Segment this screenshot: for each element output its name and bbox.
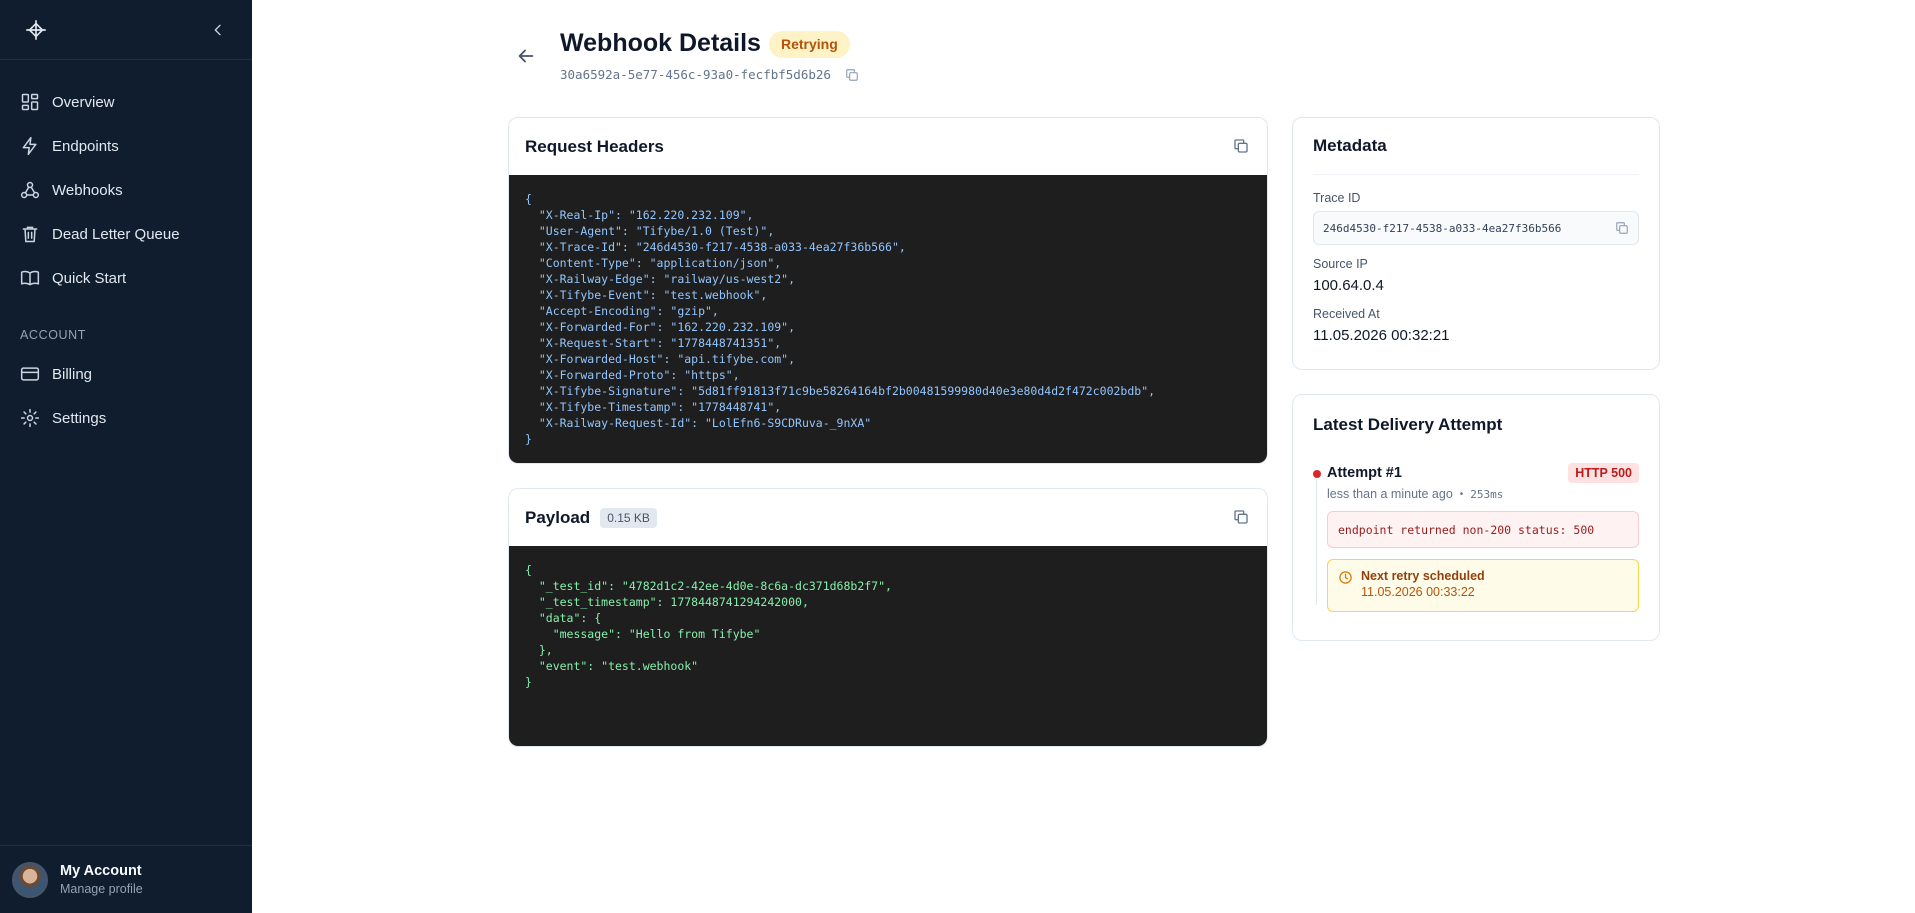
account-subtitle: Manage profile bbox=[60, 882, 143, 896]
request-headers-title: Request Headers bbox=[525, 136, 664, 156]
sidebar: Overview Endpoints Webhooks Dead Letter … bbox=[0, 0, 252, 913]
copy-icon bbox=[1234, 510, 1248, 524]
metadata-card: Metadata Trace ID 246d4530-f217-4538-a03… bbox=[1292, 117, 1660, 370]
payload-header: Payload 0.15 KB bbox=[509, 489, 1267, 546]
trace-id-value: 246d4530-f217-4538-a033-4ea27f36b566 bbox=[1323, 221, 1562, 235]
copy-icon bbox=[1234, 139, 1248, 153]
credit-card-icon bbox=[20, 367, 40, 381]
sidebar-item-label: Webhooks bbox=[52, 181, 123, 199]
copy-payload-button[interactable] bbox=[1233, 509, 1251, 527]
sidebar-item-label: Dead Letter Queue bbox=[52, 225, 180, 243]
sidebar-header bbox=[0, 0, 252, 60]
request-headers-code: { "X-Real-Ip": "162.220.232.109", "User-… bbox=[509, 175, 1267, 463]
payload-card: Payload 0.15 KB { "_test_id": "4782d1c2-… bbox=[508, 488, 1268, 747]
received-at-value: 11.05.2026 00:32:21 bbox=[1313, 327, 1450, 344]
sidebar-item-quick-start[interactable]: Quick Start bbox=[0, 256, 252, 300]
account-name: My Account bbox=[60, 863, 142, 879]
next-retry-box: Next retry scheduled 11.05.2026 00:33:22 bbox=[1327, 559, 1639, 612]
error-message-box: endpoint returned non-200 status: 500 bbox=[1327, 511, 1639, 548]
attempt-duration: 253ms bbox=[1470, 487, 1504, 501]
http-status-badge: HTTP 500 bbox=[1568, 463, 1639, 483]
sidebar-item-overview[interactable]: Overview bbox=[0, 80, 252, 124]
payload-size-badge: 0.15 KB bbox=[600, 507, 657, 528]
sidebar-nav: Overview Endpoints Webhooks Dead Letter … bbox=[0, 60, 252, 440]
gear-icon bbox=[20, 408, 40, 428]
attempt-label: Attempt #1 bbox=[1327, 465, 1402, 481]
trace-id-box: 246d4530-f217-4538-a033-4ea27f36b566 bbox=[1313, 211, 1639, 245]
status-badge: Retrying bbox=[769, 31, 850, 58]
sidebar-item-dead-letter-queue[interactable]: Dead Letter Queue bbox=[0, 212, 252, 256]
copy-webhook-id-button[interactable] bbox=[845, 68, 861, 84]
back-button[interactable] bbox=[515, 45, 537, 67]
copy-trace-id-button[interactable] bbox=[1615, 221, 1630, 236]
arrow-left-icon bbox=[518, 49, 534, 63]
copy-icon bbox=[846, 69, 858, 81]
sidebar-item-label: Overview bbox=[52, 93, 115, 111]
sidebar-item-label: Settings bbox=[52, 409, 107, 427]
timeline-line bbox=[1316, 480, 1317, 605]
copy-headers-button[interactable] bbox=[1233, 138, 1251, 156]
error-status-dot bbox=[1313, 470, 1321, 478]
avatar bbox=[12, 861, 48, 898]
section-label-account: ACCOUNT bbox=[20, 328, 87, 342]
source-ip-label: Source IP bbox=[1313, 257, 1368, 271]
payload-title: Payload bbox=[525, 507, 591, 527]
copy-icon bbox=[1616, 222, 1628, 234]
delivery-card: Latest Delivery Attempt Attempt #1 HTTP … bbox=[1292, 394, 1660, 641]
sidebar-item-label: Endpoints bbox=[52, 137, 119, 155]
received-at-label: Received At bbox=[1313, 307, 1380, 321]
logo-icon[interactable] bbox=[24, 18, 48, 42]
sidebar-item-webhooks[interactable]: Webhooks bbox=[0, 168, 252, 212]
sidebar-item-label: Quick Start bbox=[52, 269, 127, 287]
overview-icon bbox=[21, 93, 39, 111]
attempt-time-ago: less than a minute ago bbox=[1327, 487, 1453, 501]
separator-dot: • bbox=[1459, 488, 1464, 500]
attempt-item: Attempt #1 HTTP 500 less than a minute a… bbox=[1313, 463, 1639, 612]
sidebar-item-settings[interactable]: Settings bbox=[0, 396, 252, 440]
webhooks-icon bbox=[20, 181, 40, 199]
sidebar-item-endpoints[interactable]: Endpoints bbox=[0, 124, 252, 168]
sidebar-item-label: Billing bbox=[52, 365, 93, 383]
book-icon bbox=[20, 270, 40, 286]
page-title: Webhook Details bbox=[560, 29, 761, 57]
source-ip-value: 100.64.0.4 bbox=[1313, 277, 1384, 294]
trash-icon bbox=[22, 226, 38, 243]
request-headers-card: Request Headers { "X-Real-Ip": "162.220.… bbox=[508, 117, 1268, 464]
sidebar-item-billing[interactable]: Billing bbox=[0, 352, 252, 396]
request-headers-header: Request Headers bbox=[509, 118, 1267, 175]
clock-icon bbox=[1339, 571, 1352, 584]
payload-code: { "_test_id": "4782d1c2-42ee-4d0e-8c6a-d… bbox=[509, 546, 1267, 746]
trace-id-label: Trace ID bbox=[1313, 191, 1361, 205]
error-message: endpoint returned non-200 status: 500 bbox=[1338, 522, 1595, 537]
next-retry-title: Next retry scheduled bbox=[1361, 569, 1485, 583]
delivery-title: Latest Delivery Attempt bbox=[1313, 415, 1503, 434]
webhook-id: 30a6592a-5e77-456c-93a0-fecfbf5d6b26 bbox=[560, 67, 831, 82]
collapse-sidebar-button[interactable] bbox=[208, 20, 228, 40]
account-profile[interactable]: My Account Manage profile bbox=[0, 845, 252, 913]
next-retry-time: 11.05.2026 00:33:22 bbox=[1361, 585, 1475, 599]
endpoints-icon bbox=[22, 136, 37, 156]
chevron-left-icon bbox=[214, 24, 221, 35]
metadata-title: Metadata bbox=[1313, 136, 1387, 155]
